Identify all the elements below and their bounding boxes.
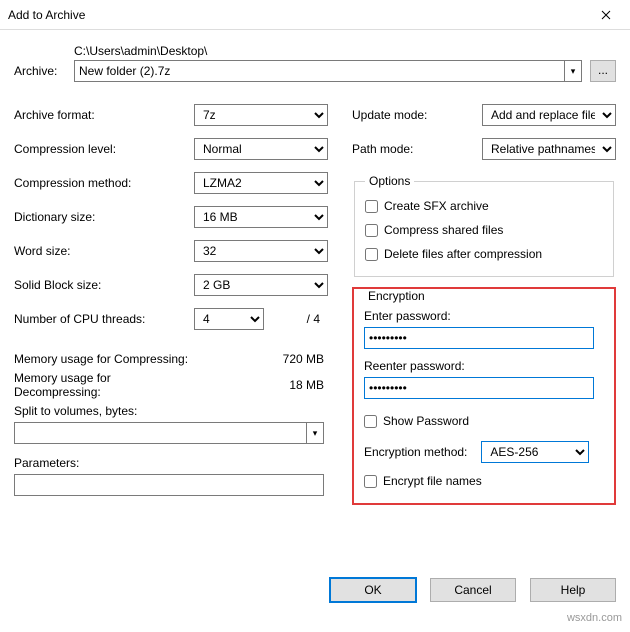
options-group: Options Create SFX archive Compress shar… xyxy=(354,174,614,277)
right-column: Update mode: Add and replace files Path … xyxy=(352,98,616,505)
format-label: Archive format: xyxy=(14,108,194,122)
close-icon xyxy=(601,10,611,20)
shared-checkbox[interactable] xyxy=(365,224,378,237)
cpu-select[interactable]: 4 xyxy=(194,308,264,330)
param-label: Parameters: xyxy=(14,456,332,470)
archive-field: ▾ xyxy=(74,60,582,82)
chevron-down-icon: ▾ xyxy=(313,428,318,439)
chevron-down-icon: ▾ xyxy=(571,66,576,77)
cpu-max: / 4 xyxy=(272,312,320,326)
options-legend: Options xyxy=(365,174,414,188)
password-input[interactable] xyxy=(364,327,594,349)
enc-method-select[interactable]: AES-256 xyxy=(481,441,589,463)
browse-button[interactable]: ... xyxy=(590,60,616,82)
shared-label: Compress shared files xyxy=(384,223,503,237)
delete-checkbox[interactable] xyxy=(365,248,378,261)
ok-button[interactable]: OK xyxy=(330,578,416,602)
word-select[interactable]: 32 xyxy=(194,240,328,262)
encryption-highlight: Encryption Enter password: Reenter passw… xyxy=(352,287,616,505)
mem-decomp-label: Memory usage for Decompressing: xyxy=(14,371,194,399)
update-label: Update mode: xyxy=(352,108,482,122)
archive-path: C:\Users\admin\Desktop\ xyxy=(74,44,616,58)
delete-label: Delete files after compression xyxy=(384,247,542,261)
mem-comp-label: Memory usage for Compressing: xyxy=(14,352,194,366)
left-column: Archive format: 7z Compression level: No… xyxy=(14,98,332,505)
cpu-label: Number of CPU threads: xyxy=(14,312,194,326)
split-input[interactable] xyxy=(14,422,306,444)
cancel-button[interactable]: Cancel xyxy=(430,578,516,602)
encrypt-names-label: Encrypt file names xyxy=(383,474,482,488)
help-button[interactable]: Help xyxy=(530,578,616,602)
encryption-group: Encryption Enter password: Reenter passw… xyxy=(354,289,614,503)
word-label: Word size: xyxy=(14,244,194,258)
dict-select[interactable]: 16 MB xyxy=(194,206,328,228)
watermark: wsxdn.com xyxy=(567,612,622,624)
mem-comp-value: 720 MB xyxy=(194,352,324,366)
password-confirm-input[interactable] xyxy=(364,377,594,399)
window-title: Add to Archive xyxy=(8,8,583,22)
param-input[interactable] xyxy=(14,474,324,496)
level-select[interactable]: Normal xyxy=(194,138,328,160)
pathmode-select[interactable]: Relative pathnames xyxy=(482,138,616,160)
reenter-password-label: Reenter password: xyxy=(364,359,604,373)
level-label: Compression level: xyxy=(14,142,194,156)
pathmode-label: Path mode: xyxy=(352,142,482,156)
archive-label: Archive: xyxy=(14,64,66,78)
update-select[interactable]: Add and replace files xyxy=(482,104,616,126)
encrypt-names-checkbox[interactable] xyxy=(364,475,377,488)
enc-method-label: Encryption method: xyxy=(364,445,467,459)
split-dropdown-button[interactable]: ▾ xyxy=(306,422,324,444)
encryption-legend: Encryption xyxy=(364,289,429,303)
mem-decomp-value: 18 MB xyxy=(194,378,324,392)
dialog-body: C:\Users\admin\Desktop\ Archive: ▾ ... A… xyxy=(0,30,630,505)
sfx-checkbox[interactable] xyxy=(365,200,378,213)
enter-password-label: Enter password: xyxy=(364,309,604,323)
format-select[interactable]: 7z xyxy=(194,104,328,126)
archive-dropdown-button[interactable]: ▾ xyxy=(564,60,582,82)
show-password-checkbox[interactable] xyxy=(364,415,377,428)
close-button[interactable] xyxy=(583,1,628,29)
dict-label: Dictionary size: xyxy=(14,210,194,224)
archive-filename-input[interactable] xyxy=(74,60,564,82)
show-password-label: Show Password xyxy=(383,414,469,428)
split-label: Split to volumes, bytes: xyxy=(14,404,332,418)
block-label: Solid Block size: xyxy=(14,278,194,292)
method-label: Compression method: xyxy=(14,176,194,190)
block-select[interactable]: 2 GB xyxy=(194,274,328,296)
method-select[interactable]: LZMA2 xyxy=(194,172,328,194)
dialog-buttons: OK Cancel Help xyxy=(330,578,616,602)
sfx-label: Create SFX archive xyxy=(384,199,489,213)
titlebar: Add to Archive xyxy=(0,0,630,30)
